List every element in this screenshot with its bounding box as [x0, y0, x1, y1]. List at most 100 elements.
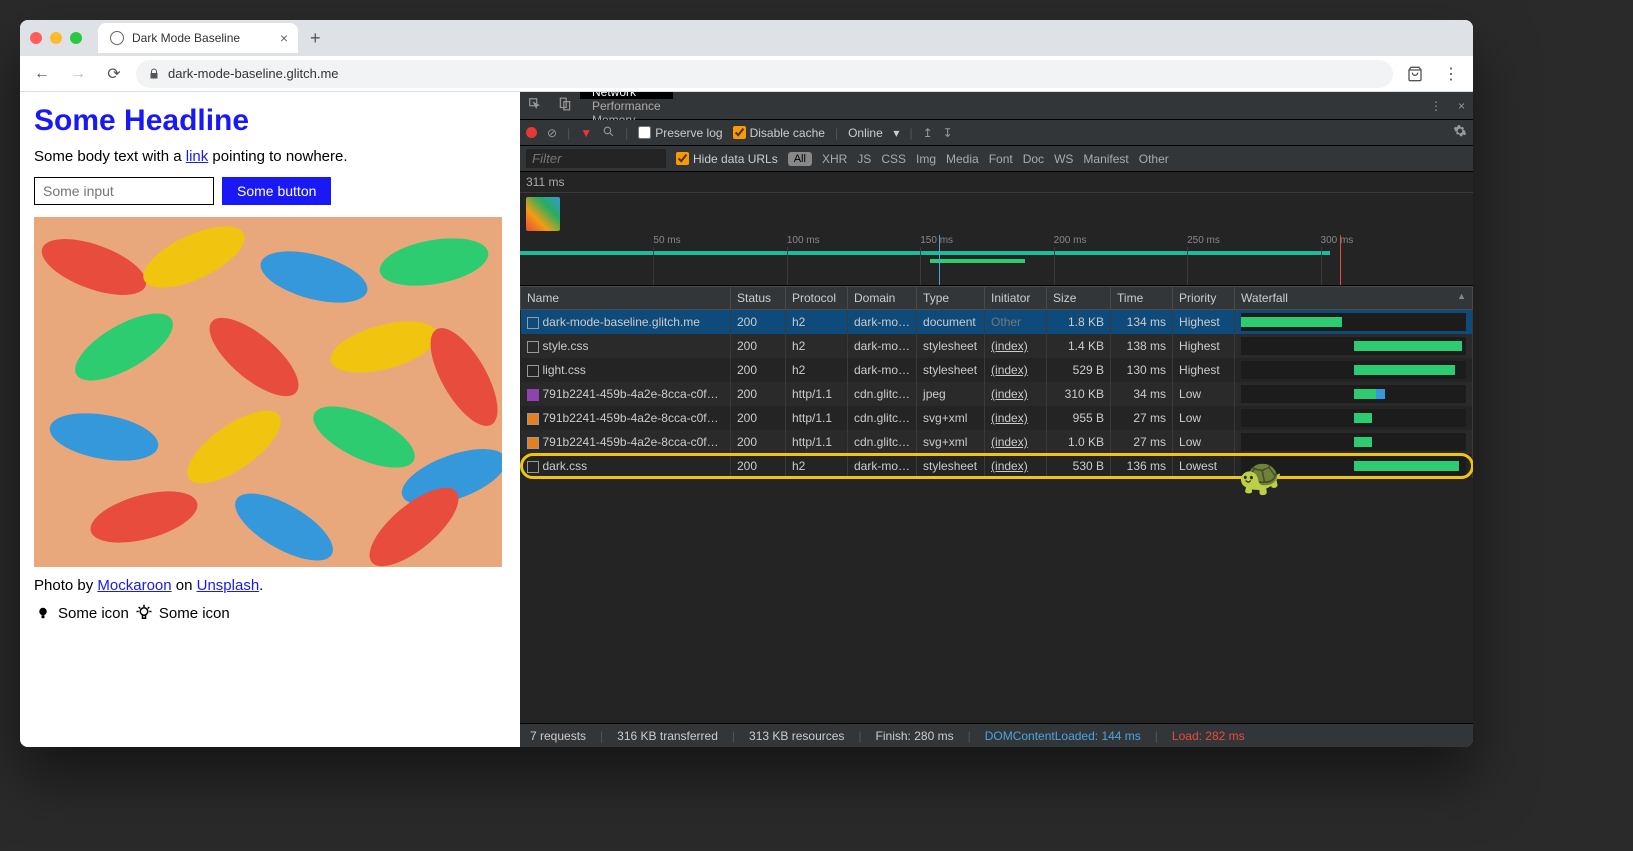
filter-input[interactable] [526, 149, 666, 168]
icon-label: Some icon [159, 605, 230, 622]
column-status[interactable]: Status [731, 287, 786, 310]
column-protocol[interactable]: Protocol [786, 287, 848, 310]
settings-icon[interactable] [1453, 124, 1467, 141]
column-domain[interactable]: Domain [848, 287, 917, 310]
status-dcl: DOMContentLoaded: 144 ms [985, 729, 1141, 743]
filmstrip-thumb[interactable] [526, 197, 560, 231]
column-name[interactable]: Name [521, 287, 731, 310]
device-toggle-icon[interactable] [550, 97, 580, 114]
lock-icon [148, 68, 160, 80]
browser-tab[interactable]: Dark Mode Baseline × [98, 23, 298, 53]
status-finish: Finish: 280 ms [876, 729, 954, 743]
devtools-tabs: ElementsConsoleSourcesNetworkPerformance… [520, 92, 1473, 120]
hide-data-urls-checkbox[interactable]: Hide data URLs [676, 152, 778, 166]
inspect-icon[interactable] [520, 97, 550, 114]
maximize-window-button[interactable] [70, 32, 82, 44]
column-initiator[interactable]: Initiator [985, 287, 1047, 310]
extensions-button[interactable] [1401, 60, 1429, 88]
page-headline: Some Headline [34, 104, 506, 138]
filter-type-css[interactable]: CSS [881, 152, 906, 166]
photo-credit: Photo by Mockaroon on Unsplash. [34, 577, 506, 594]
text-input[interactable] [34, 177, 214, 205]
lightbulb-outline-icon [135, 604, 153, 622]
timeline-tick: 100 ms [787, 235, 820, 246]
author-link[interactable]: Mockaroon [97, 577, 171, 594]
shopping-bag-icon [1407, 66, 1423, 82]
filter-type-font[interactable]: Font [989, 152, 1013, 166]
new-tab-button[interactable]: + [310, 28, 321, 49]
menu-button[interactable]: ⋮ [1437, 60, 1465, 88]
network-row[interactable]: light.css200h2dark-mo…stylesheet(index)5… [521, 358, 1473, 382]
titlebar: Dark Mode Baseline × + [20, 20, 1473, 56]
timeline-tick: 200 ms [1054, 235, 1087, 246]
overview-pane: 311 ms 50 ms100 ms150 ms200 ms250 ms300 … [520, 172, 1473, 286]
filter-type-xhr[interactable]: XHR [822, 152, 847, 166]
status-bar: 7 requests| 316 KB transferred| 313 KB r… [520, 723, 1473, 747]
filter-type-js[interactable]: JS [857, 152, 871, 166]
icon-row: Some icon Some icon [34, 604, 506, 622]
body-link[interactable]: link [186, 148, 209, 165]
column-type[interactable]: Type [917, 287, 985, 310]
timeline-tick: 50 ms [653, 235, 680, 246]
filter-bar: Hide data URLs All XHR JS CSS Img Media Font D… [520, 146, 1473, 172]
disable-cache-checkbox[interactable]: Disable cache [733, 126, 825, 140]
source-link[interactable]: Unsplash [197, 577, 260, 594]
status-requests: 7 requests [530, 729, 586, 743]
timeline-tick: 250 ms [1187, 235, 1220, 246]
body-text: Some body text with a link pointing to n… [34, 148, 506, 165]
upload-har-icon[interactable]: ↥ [923, 126, 933, 140]
devtools-close-icon[interactable]: × [1450, 99, 1473, 113]
network-table: NameStatusProtocolDomainTypeInitiatorSiz… [520, 286, 1473, 723]
download-har-icon[interactable]: ↧ [943, 126, 953, 140]
network-row[interactable]: dark-mode-baseline.glitch.me200h2dark-mo… [521, 310, 1473, 335]
filter-toggle-icon[interactable]: ▼ [580, 126, 592, 140]
column-time[interactable]: Time [1111, 287, 1173, 310]
minimize-window-button[interactable] [50, 32, 62, 44]
close-window-button[interactable] [30, 32, 42, 44]
status-transferred: 316 KB transferred [617, 729, 718, 743]
filter-type-other[interactable]: Other [1139, 152, 1169, 166]
page-content: Some Headline Some body text with a link… [20, 92, 520, 747]
filter-all[interactable]: All [788, 152, 812, 166]
network-toolbar: ⊘ | ▼ | Preserve log Disable cache | Onl… [520, 120, 1473, 146]
column-waterfall[interactable]: Waterfall▲ [1235, 287, 1473, 310]
overview-timestamp: 311 ms [520, 172, 1473, 193]
filter-type-doc[interactable]: Doc [1023, 152, 1044, 166]
window-controls [30, 32, 82, 44]
url-text: dark-mode-baseline.glitch.me [168, 66, 339, 81]
throttling-select[interactable]: Online ▾ [848, 126, 899, 140]
browser-chrome: Dark Mode Baseline × + ← → ⟳ dark-mode-b… [20, 20, 1473, 92]
devtools-tab-performance[interactable]: Performance [580, 99, 673, 113]
network-row[interactable]: 791b2241-459b-4a2e-8cca-c0fdc2…200http/1… [521, 382, 1473, 406]
devtools-panel: ElementsConsoleSourcesNetworkPerformance… [520, 92, 1473, 747]
icon-label: Some icon [58, 605, 129, 622]
clear-button[interactable]: ⊘ [547, 126, 557, 140]
forward-button[interactable]: → [64, 60, 92, 88]
hero-image [34, 217, 502, 567]
network-row[interactable]: 791b2241-459b-4a2e-8cca-c0fdc2…200http/1… [521, 406, 1473, 430]
status-load: Load: 282 ms [1172, 729, 1245, 743]
column-size[interactable]: Size [1047, 287, 1111, 310]
network-row[interactable]: style.css200h2dark-mo…stylesheet(index)1… [521, 334, 1473, 358]
url-field[interactable]: dark-mode-baseline.glitch.me [136, 60, 1393, 88]
browser-window: Dark Mode Baseline × + ← → ⟳ dark-mode-b… [20, 20, 1473, 747]
devtools-more-icon[interactable]: ⋮ [1422, 99, 1450, 113]
search-icon[interactable] [602, 125, 615, 141]
network-row[interactable]: 791b2241-459b-4a2e-8cca-c0fdc2…200http/1… [521, 430, 1473, 454]
network-row[interactable]: dark.css200h2dark-mo…stylesheet(index)53… [521, 454, 1473, 478]
close-tab-icon[interactable]: × [280, 30, 288, 46]
tab-title: Dark Mode Baseline [132, 31, 240, 45]
lightbulb-icon [34, 604, 52, 622]
reload-button[interactable]: ⟳ [100, 60, 128, 88]
filter-type-img[interactable]: Img [916, 152, 936, 166]
filter-type-media[interactable]: Media [946, 152, 979, 166]
preserve-log-checkbox[interactable]: Preserve log [638, 126, 722, 140]
timeline[interactable]: 50 ms100 ms150 ms200 ms250 ms300 ms [520, 235, 1473, 285]
filter-type-manifest[interactable]: Manifest [1083, 152, 1128, 166]
timeline-tick: 150 ms [920, 235, 953, 246]
filter-type-ws[interactable]: WS [1054, 152, 1073, 166]
record-button[interactable] [526, 127, 537, 138]
submit-button[interactable]: Some button [222, 177, 331, 205]
column-priority[interactable]: Priority [1173, 287, 1235, 310]
back-button[interactable]: ← [28, 60, 56, 88]
